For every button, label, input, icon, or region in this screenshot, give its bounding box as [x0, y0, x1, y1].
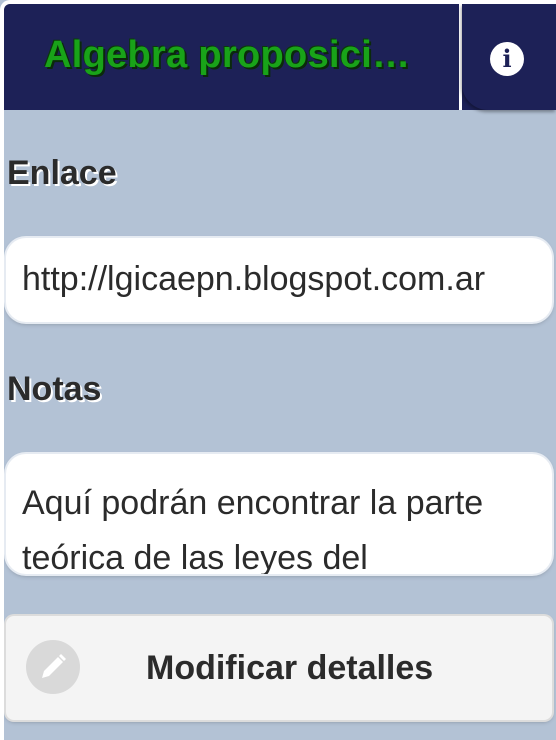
notes-label: Notas: [7, 370, 102, 408]
modify-details-label: Modificar detalles: [146, 649, 434, 687]
info-button[interactable]: i: [462, 4, 556, 110]
info-icon: i: [490, 42, 524, 76]
notes-value: Aquí podrán encontrar la parte teórica d…: [22, 484, 484, 574]
link-field[interactable]: http://lgicaepn.blogspot.com.ar: [6, 238, 552, 322]
details-screen: Algebra proposici… i Enlace http://lgica…: [0, 0, 556, 740]
modify-details-button[interactable]: Modificar detalles: [6, 616, 552, 720]
link-value: http://lgicaepn.blogspot.com.ar: [22, 260, 486, 298]
pencil-icon: [26, 640, 80, 694]
page-title: Algebra proposici…: [44, 34, 411, 76]
link-label: Enlace: [7, 154, 117, 192]
header-bar: Algebra proposici… i: [4, 4, 556, 110]
notes-field[interactable]: Aquí podrán encontrar la parte teórica d…: [6, 454, 552, 574]
